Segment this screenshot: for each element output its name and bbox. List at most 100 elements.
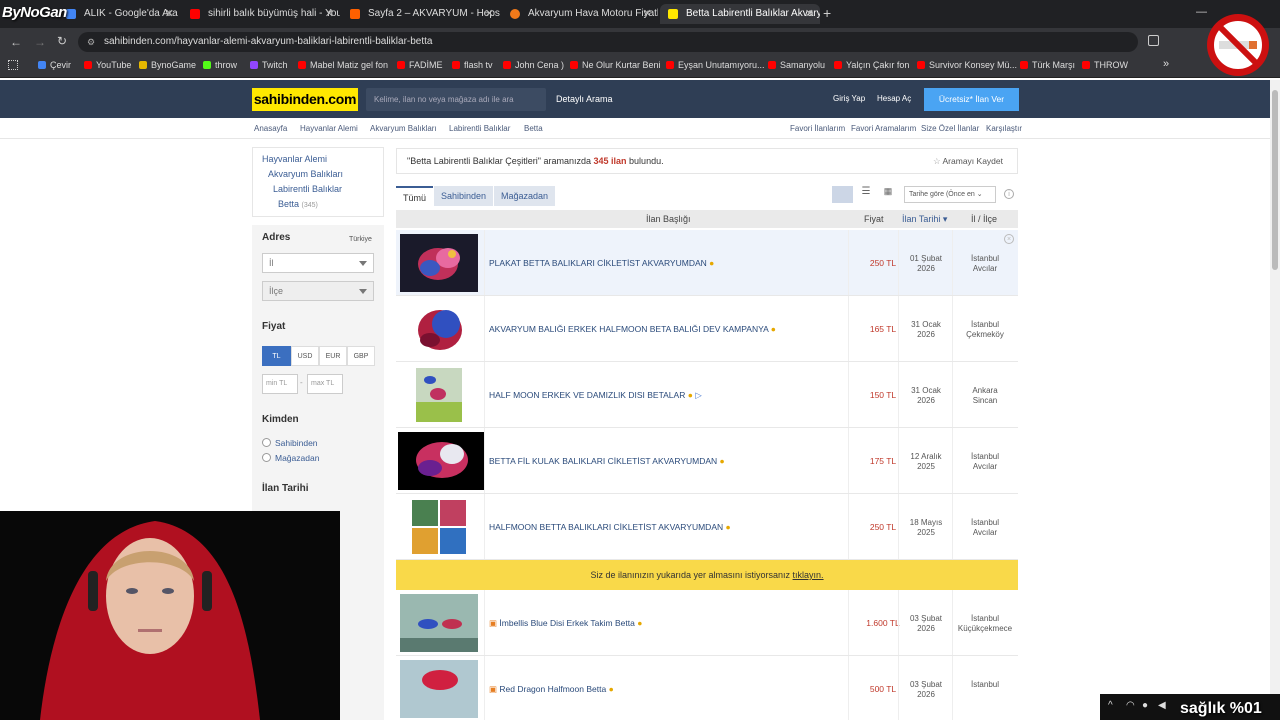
extensions-icon[interactable] bbox=[1148, 35, 1159, 46]
bookmark-johncena[interactable]: John Cena ) bbox=[503, 60, 564, 70]
bookmark-bynogame[interactable]: BynoGame bbox=[139, 60, 196, 70]
radio-label-sahibinden[interactable]: Sahibinden bbox=[275, 438, 318, 448]
tab-owner[interactable]: Sahibinden bbox=[434, 186, 494, 206]
favorite-searches-link[interactable]: Favori Aramalarım bbox=[851, 124, 916, 133]
close-icon[interactable]: ✕ bbox=[165, 4, 174, 24]
col-date[interactable]: İlan Tarihi ▾ bbox=[902, 214, 947, 225]
search-input[interactable]: Kelime, ilan no veya mağaza adı ile ara bbox=[366, 88, 546, 111]
breadcrumb-akvaryum[interactable]: Akvaryum Balıkları bbox=[370, 124, 437, 133]
close-icon[interactable]: ✕ bbox=[643, 4, 652, 24]
listing-thumbnail[interactable] bbox=[400, 660, 478, 718]
minimize-icon[interactable]: — bbox=[1196, 6, 1207, 18]
url-field[interactable]: ⚙ sahibinden.com/hayvanlar-alemi-akvaryu… bbox=[78, 32, 1138, 52]
listing-title[interactable]: AKVARYUM BALIĞI ERKEK HALFMOON BETA BALI… bbox=[489, 324, 776, 334]
volume-icon[interactable]: ◀ bbox=[1158, 700, 1166, 711]
tab-all[interactable]: Tümü bbox=[396, 186, 434, 206]
back-arrow-icon[interactable]: ← bbox=[10, 35, 22, 49]
save-search-button[interactable]: ☆ Aramayı Kaydet bbox=[933, 149, 1003, 173]
listing-title[interactable]: HALFMOON BETTA BALIKLARI CİKLETİST AKVAR… bbox=[489, 522, 731, 532]
bookmark-turk-marsi[interactable]: Türk Marşı bbox=[1020, 60, 1075, 70]
login-link[interactable]: Giriş Yap bbox=[833, 94, 865, 103]
radio-sahibinden[interactable] bbox=[262, 438, 271, 447]
min-price-input[interactable]: min TL bbox=[262, 374, 298, 394]
close-icon[interactable]: × bbox=[1004, 234, 1014, 244]
tab-trendyol[interactable]: Akvaryum Hava Motoru Fiyatla ✕ bbox=[502, 4, 658, 24]
listing-title[interactable]: ▣ İmbellis Blue Disi Erkek Takim Betta ● bbox=[489, 618, 642, 629]
listing-thumbnail[interactable] bbox=[400, 234, 478, 292]
bookmark-survivor[interactable]: Survivor Konsey Mü... bbox=[917, 60, 1017, 70]
breadcrumb-labirentli[interactable]: Labirentli Balıklar bbox=[449, 124, 510, 133]
register-link[interactable]: Hesap Aç bbox=[877, 94, 911, 103]
bookmark-eysan[interactable]: Eyşan Unutamıyoru... bbox=[666, 60, 765, 70]
post-ad-button[interactable]: Ücretsiz* İlan Ver bbox=[924, 88, 1019, 111]
bookmark-cevir[interactable]: Çevir bbox=[38, 60, 71, 70]
bookmark-flashtv[interactable]: flash tv bbox=[452, 60, 493, 70]
district-select[interactable]: İlçe bbox=[262, 281, 374, 301]
bookmark-mabel[interactable]: Mabel Matiz gel fon bbox=[298, 60, 388, 70]
list-view-icon[interactable]: ☰ bbox=[856, 186, 876, 203]
mic-icon[interactable]: ● bbox=[1142, 700, 1148, 711]
scrollbar-thumb[interactable] bbox=[1272, 90, 1278, 270]
listing-thumbnail[interactable] bbox=[398, 432, 484, 490]
new-tab-icon[interactable]: + bbox=[823, 5, 831, 21]
category-labirentli[interactable]: Labirentli Balıklar bbox=[273, 184, 342, 194]
more-bookmarks-icon[interactable]: » bbox=[1163, 58, 1169, 70]
close-icon[interactable]: ✕ bbox=[485, 4, 494, 24]
bookmark-samanyolu[interactable]: Samanyolu bbox=[768, 60, 825, 70]
listing-thumbnail[interactable] bbox=[400, 300, 478, 358]
bookmark-throw[interactable]: throw bbox=[203, 60, 237, 70]
table-row[interactable]: BETTA FİL KULAK BALIKLARI CİKLETİST AKVA… bbox=[396, 428, 1018, 494]
bookmark-youtube[interactable]: YouTube bbox=[84, 60, 131, 70]
forward-arrow-icon[interactable]: → bbox=[34, 35, 46, 49]
tab-youtube[interactable]: sihirli balık büyümüş hali - You ✕ bbox=[182, 4, 340, 24]
currency-gbp[interactable]: GBP bbox=[347, 346, 375, 366]
table-row[interactable]: HALF MOON ERKEK VE DAMIZLIK DISI BETALAR… bbox=[396, 362, 1018, 428]
table-row[interactable]: ▣ İmbellis Blue Disi Erkek Takim Betta ●… bbox=[396, 590, 1018, 656]
gallery-view-icon[interactable] bbox=[832, 186, 853, 203]
sort-select[interactable]: Tarihe göre (Önce en ⌄ bbox=[904, 186, 996, 203]
table-row[interactable]: AKVARYUM BALIĞI ERKEK HALFMOON BETA BALI… bbox=[396, 296, 1018, 362]
table-row[interactable]: PLAKAT BETTA BALIKLARI CİKLETİST AKVARYU… bbox=[396, 230, 1018, 296]
radio-label-magazadan[interactable]: Mağazadan bbox=[275, 453, 319, 463]
bookmark-fadime[interactable]: FADİME bbox=[397, 60, 443, 70]
site-info-icon[interactable]: ⚙ bbox=[87, 32, 95, 52]
tab-store[interactable]: Mağazadan bbox=[494, 186, 556, 206]
max-price-input[interactable]: max TL bbox=[307, 374, 343, 394]
wifi-icon[interactable]: ◠ bbox=[1126, 700, 1135, 711]
bookmark-throw-2[interactable]: THROW bbox=[1082, 60, 1128, 70]
info-icon[interactable]: i bbox=[1004, 189, 1014, 199]
close-icon[interactable]: ✕ bbox=[325, 4, 334, 24]
grid-view-icon[interactable]: ▦ bbox=[878, 186, 898, 203]
currency-tl[interactable]: TL bbox=[262, 346, 291, 366]
listing-title[interactable]: PLAKAT BETTA BALIKLARI CİKLETİST AKVARYU… bbox=[489, 258, 714, 268]
listing-title[interactable]: HALF MOON ERKEK VE DAMIZLIK DISI BETALAR… bbox=[489, 390, 702, 401]
breadcrumb-hayvanlar[interactable]: Hayvanlar Alemi bbox=[300, 124, 358, 133]
tab-hepsiburada[interactable]: Sayfa 2 – AKVARYUM - Hepsibu ✕ bbox=[342, 4, 500, 24]
favorite-ads-link[interactable]: Favori İlanlarım bbox=[790, 124, 845, 133]
category-betta[interactable]: Betta (345) bbox=[278, 199, 318, 209]
special-ads-link[interactable]: Size Özel İlanlar bbox=[921, 124, 979, 133]
category-akvaryum[interactable]: Akvaryum Balıkları bbox=[268, 169, 343, 179]
compare-link[interactable]: Karşılaştır bbox=[986, 124, 1022, 133]
col-price[interactable]: Fiyat bbox=[864, 214, 884, 224]
bookmark-neolur[interactable]: Ne Olur Kurtar Beni bbox=[570, 60, 661, 70]
bookmark-twitch[interactable]: Twitch bbox=[250, 60, 288, 70]
page-scrollbar[interactable] bbox=[1270, 80, 1280, 720]
listing-title[interactable]: ▣ Red Dragon Halfmoon Betta ● bbox=[489, 684, 614, 695]
tray-chevron-icon[interactable]: ^ bbox=[1108, 700, 1113, 711]
breadcrumb-betta[interactable]: Betta bbox=[524, 124, 543, 133]
listing-thumbnail[interactable] bbox=[400, 498, 478, 556]
breadcrumb-home[interactable]: Anasayfa bbox=[254, 124, 287, 133]
apps-grid-icon[interactable] bbox=[8, 60, 18, 70]
category-hayvanlar[interactable]: Hayvanlar Alemi bbox=[262, 154, 327, 164]
promo-link[interactable]: tıklayın. bbox=[793, 570, 824, 580]
reload-icon[interactable]: ↻ bbox=[57, 34, 67, 48]
currency-usd[interactable]: USD bbox=[291, 346, 319, 366]
tab-sahibinden[interactable]: Betta Labirentli Balıklar Akvaryu ✕ bbox=[660, 4, 820, 24]
currency-eur[interactable]: EUR bbox=[319, 346, 347, 366]
table-row[interactable]: HALFMOON BETTA BALIKLARI CİKLETİST AKVAR… bbox=[396, 494, 1018, 560]
tab-google-search[interactable]: ALIK - Google'da Ara ✕ bbox=[58, 4, 180, 24]
table-row[interactable]: ▣ Red Dragon Halfmoon Betta ● 500 TL 03 … bbox=[396, 656, 1018, 720]
detailed-search-link[interactable]: Detaylı Arama bbox=[556, 94, 613, 104]
listing-thumbnail[interactable] bbox=[400, 366, 478, 424]
